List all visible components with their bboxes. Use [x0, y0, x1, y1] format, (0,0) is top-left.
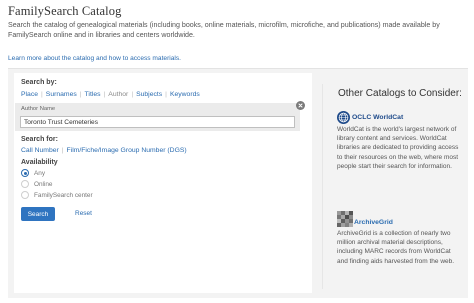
tab-author[interactable]: Author [108, 91, 128, 98]
tab-place[interactable]: Place [21, 91, 38, 98]
page-title: FamilySearch Catalog [8, 4, 122, 18]
author-name-label: Author Name [21, 106, 56, 112]
tab-separator: | [165, 91, 167, 98]
availability-center-option[interactable]: FamilySearch center [21, 190, 93, 200]
sidebar-title: Other Catalogs to Consider: [338, 88, 462, 99]
worldcat-link[interactable]: OCLC WorldCat [337, 111, 403, 124]
close-icon [298, 103, 303, 108]
tab-separator: | [41, 91, 43, 98]
archivegrid-link[interactable]: ArchiveGrid [337, 211, 393, 227]
radio-any-label: Any [34, 169, 46, 177]
radio-any[interactable] [21, 169, 29, 177]
clear-field-button[interactable] [296, 101, 305, 110]
other-catalogs-sidebar: Other Catalogs to Consider: OCLC WorldCa… [322, 84, 464, 296]
intro-text: Search the catalog of genealogical mater… [8, 21, 440, 39]
archivegrid-name[interactable]: ArchiveGrid [354, 219, 393, 227]
worldcat-logo-icon [337, 111, 350, 124]
availability-online-option[interactable]: Online [21, 179, 52, 189]
search-by-label: Search by: [21, 79, 57, 86]
archivegrid-description: ArchiveGrid is a collection of nearly tw… [337, 230, 455, 265]
search-button[interactable]: Search [21, 207, 55, 221]
author-field-group: Author Name [15, 103, 300, 131]
learn-more-link[interactable]: Learn more about the catalog and how to … [8, 55, 181, 62]
search-for-label: Search for: [21, 136, 58, 143]
worldcat-name[interactable]: OCLC WorldCat [352, 114, 403, 121]
radio-online[interactable] [21, 180, 29, 188]
search-tabs: Place | Surnames | Titles | Author | Subjects | Ke… [21, 91, 200, 98]
tab-surnames[interactable]: Surnames [46, 91, 77, 98]
tab-keywords[interactable]: Keywords [170, 91, 200, 98]
search-for-links: Call Number | Film/Fiche/Image Group Numbe… [21, 147, 187, 154]
search-form: Search by: Place | Surnames | Titles | Author |… [14, 73, 312, 293]
archivegrid-logo-icon [337, 211, 353, 227]
radio-center[interactable] [21, 191, 29, 199]
film-number-link[interactable]: Film/Fiche/Image Group Number (DGS) [67, 147, 187, 154]
availability-any-option[interactable]: Any [21, 168, 45, 178]
tab-separator: | [103, 91, 106, 98]
reset-link[interactable]: Reset [75, 210, 92, 217]
tab-separator: | [79, 91, 82, 98]
link-separator: | [61, 147, 64, 154]
tab-subjects[interactable]: Subjects [136, 91, 162, 98]
tab-separator: | [131, 91, 134, 98]
worldcat-description: WorldCat is the world's largest network … [337, 126, 459, 170]
availability-label: Availability [21, 159, 58, 166]
tab-titles[interactable]: Titles [85, 91, 101, 98]
radio-center-label: FamilySearch center [34, 191, 93, 199]
sidebar-divider [322, 84, 323, 289]
call-number-link[interactable]: Call Number [21, 147, 59, 154]
author-name-input[interactable] [20, 116, 295, 128]
radio-online-label: Online [34, 180, 53, 188]
